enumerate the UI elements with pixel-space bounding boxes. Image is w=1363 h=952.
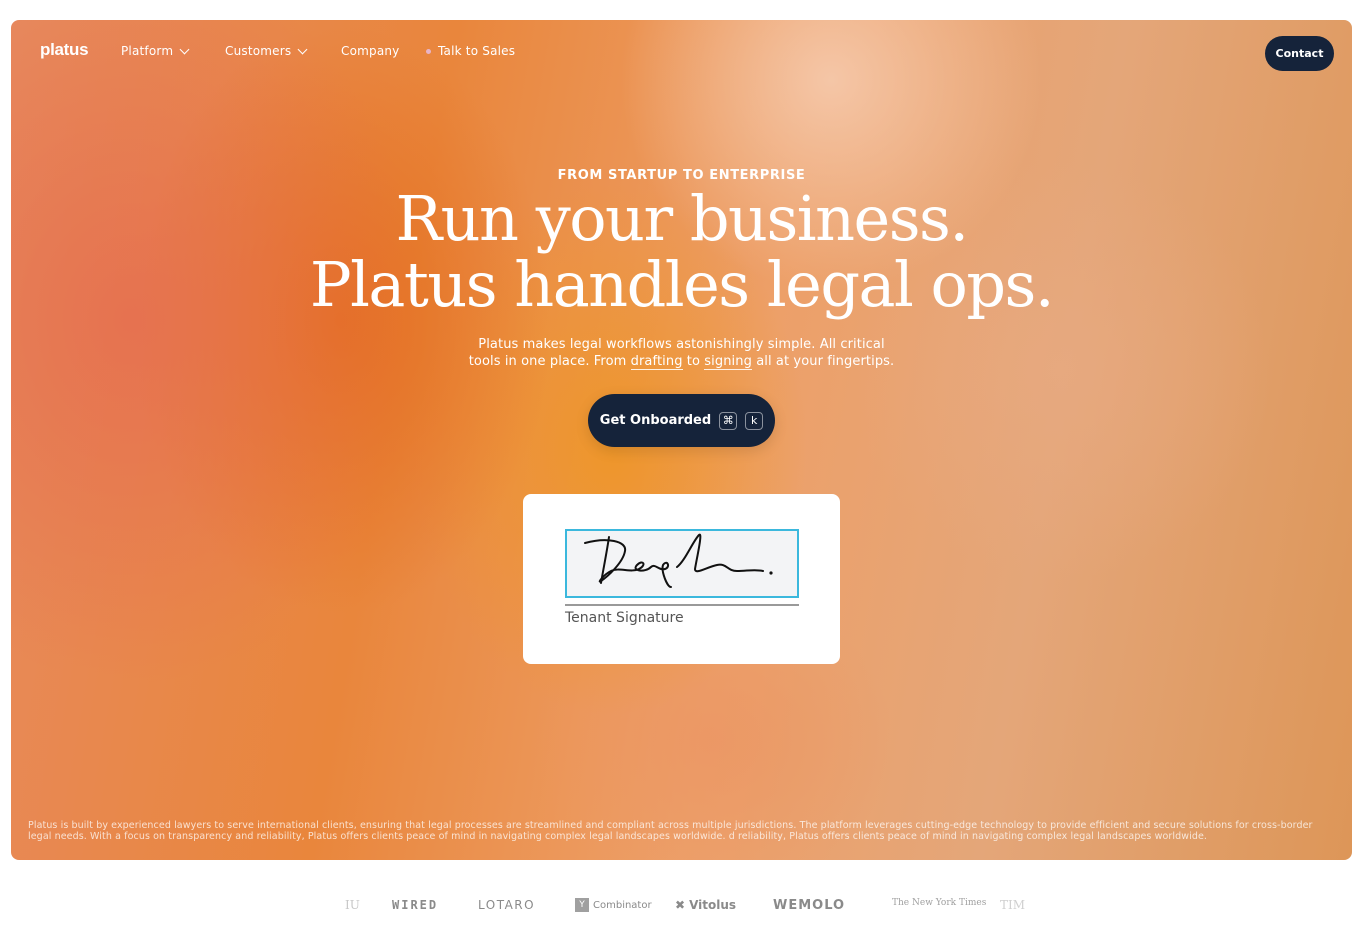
nav-customers[interactable]: Customers	[225, 44, 308, 58]
vitolus-logo: ✖ Vitolus	[675, 898, 736, 912]
drafting-link[interactable]: drafting	[630, 354, 683, 370]
vitolus-mark-icon: ✖	[675, 898, 686, 912]
yc-text: Combinator	[593, 899, 652, 911]
hero-eyebrow: FROM STARTUP TO ENTERPRISE	[557, 168, 806, 183]
hero-section: platus Platform Customers Company Talk t…	[11, 20, 1352, 860]
k-key-badge: k	[745, 411, 764, 430]
vitolus-text: Vitolus	[689, 898, 737, 912]
signature-card: Tenant Signature	[523, 494, 840, 664]
chevron-down-icon	[179, 44, 190, 54]
yc-mark-icon: Y	[575, 898, 589, 912]
handwritten-signature	[584, 533, 773, 588]
signature-label: Tenant Signature	[565, 610, 684, 626]
disclaimer-text: Platus is built by experienced lawyers t…	[28, 820, 1313, 842]
wemolo-logo: WEMOLO	[773, 898, 846, 913]
nav-customers-label: Customers	[225, 44, 292, 58]
contact-button[interactable]: Contact	[1265, 36, 1334, 71]
subtitle-line-1: Platus makes legal workflows astonishing…	[478, 337, 885, 352]
headline-line-1: Run your business.	[395, 182, 969, 255]
chevron-down-icon	[297, 44, 308, 54]
subtitle-text: to	[682, 354, 705, 369]
status-dot-icon	[426, 48, 431, 54]
top-nav: platus Platform Customers Company Talk t…	[11, 20, 1352, 84]
command-key-icon: ⌘	[719, 411, 738, 430]
hero-subtitle: Platus makes legal workflows astonishing…	[11, 336, 1352, 370]
ycombinator-logo: Y Combinator	[575, 898, 652, 912]
nav-talk-to-sales[interactable]: Talk to Sales	[426, 44, 515, 58]
subtitle-line-2: tools in one place. From drafting to sig…	[11, 353, 1352, 370]
signature-line	[565, 604, 799, 606]
nav-platform-label: Platform	[121, 44, 174, 58]
hero-headline: Run your business. Platus handles legal …	[11, 186, 1352, 318]
cta-label: Get Onboarded	[599, 413, 712, 428]
signing-link[interactable]: signing	[704, 354, 752, 370]
platus-logo[interactable]: platus	[40, 40, 89, 60]
nav-company-label: Company	[341, 44, 400, 58]
signature-field[interactable]	[565, 529, 799, 598]
nav-talk-to-sales-label: Talk to Sales	[438, 44, 516, 58]
headline-line-2: Platus handles legal ops.	[309, 248, 1055, 321]
nyt-logo: The New York Times	[892, 898, 987, 908]
get-onboarded-button[interactable]: Get Onboarded ⌘ k	[588, 394, 775, 447]
logo-partial-right: TIM	[1000, 898, 1026, 912]
nav-company[interactable]: Company	[341, 44, 400, 58]
wired-logo: WIRED	[392, 898, 439, 912]
subtitle-text: tools in one place. From	[468, 354, 631, 369]
subtitle-text: all at your fingertips.	[751, 354, 895, 369]
customer-logos-strip: IU WIRED LOTARO Y Combinator ✖ Vitolus W…	[0, 888, 1363, 928]
logo-partial-left: IU	[345, 898, 360, 912]
nav-platform[interactable]: Platform	[121, 44, 190, 58]
lotaro-logo: LOTARO	[478, 898, 536, 912]
